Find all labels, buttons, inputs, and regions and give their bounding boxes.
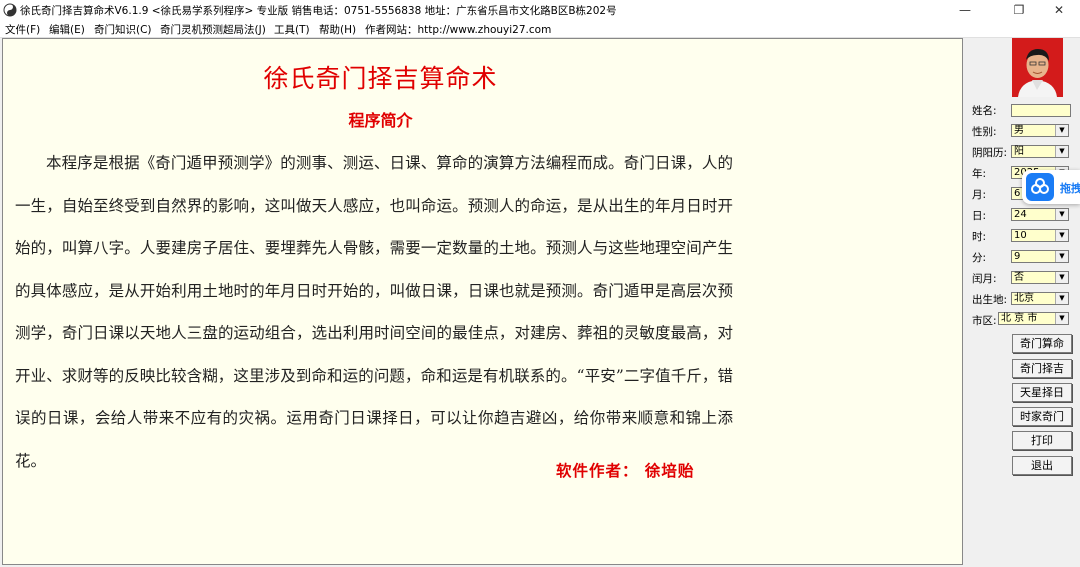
hour-label: 时: [972,231,987,243]
city-label: 市区: [972,315,997,327]
gender-value: 男 [1014,125,1024,136]
menu-qimen-knowledge[interactable]: 奇门知识(C) [94,22,152,37]
menu-bar: 文件(F) 编辑(E) 奇门知识(C) 奇门灵机预测超局法(J) 工具(T) 帮… [0,20,1080,38]
program-title: 徐氏奇门择吉算命术 [263,64,498,93]
chevron-down-icon[interactable]: ▼ [1055,209,1068,220]
leap-month-value: 否 [1014,272,1024,283]
day-select[interactable]: 24 ▼ [1011,208,1069,221]
cloud-icon [1026,173,1054,201]
year-label: 年: [972,168,987,180]
birthplace-label: 出生地: [972,294,1008,306]
author-line: 软件作者： 徐培贻 [556,461,695,480]
city-select[interactable]: 北 京 市 ▼ [998,312,1069,325]
chevron-down-icon[interactable]: ▼ [1055,230,1068,241]
menu-file[interactable]: 文件(F) [5,22,40,37]
intro-text: 本程序是根据《奇门遁甲预测学》的测事、测运、日课、算命的演算方法编程而成。奇门日… [15,154,733,470]
calendar-select[interactable]: 阳 ▼ [1011,145,1069,158]
window-title: 徐氏奇门择吉算命术V6.1.9 <徐氏易学系列程序> 专业版 销售电话：0751… [20,5,617,17]
chevron-down-icon[interactable]: ▼ [1055,313,1068,324]
hour-select[interactable]: 10 ▼ [1011,229,1069,242]
app-icon [3,3,17,17]
calendar-value: 阳 [1014,146,1024,157]
menu-qimen-prediction[interactable]: 奇门灵机预测超局法(J) [160,22,266,37]
leap-month-label: 闰月: [972,273,997,285]
birthplace-select[interactable]: 北京 ▼ [1011,292,1069,305]
city-value: 北 京 市 [1001,313,1038,324]
qimen-fortune-button[interactable]: 奇门算命 [1012,334,1072,353]
qimen-date-selection-button[interactable]: 奇门择吉 [1012,359,1072,378]
name-input[interactable] [1011,104,1071,117]
minimize-button[interactable]: — [942,0,988,20]
minute-label: 分: [972,252,987,264]
menu-tools[interactable]: 工具(T) [274,22,310,37]
print-button[interactable]: 打印 [1012,431,1072,450]
hour-value: 10 [1014,230,1027,241]
drag-label: 拖拽 [1060,182,1080,195]
leap-month-select[interactable]: 否 ▼ [1011,271,1069,284]
exit-button[interactable]: 退出 [1012,456,1072,475]
minute-value: 9 [1014,251,1021,262]
chevron-down-icon[interactable]: ▼ [1055,293,1068,304]
chevron-down-icon[interactable]: ▼ [1055,251,1068,262]
birthplace-value: 北京 [1014,293,1034,304]
menu-author-website[interactable]: 作者网站：http://www.zhouyi27.com [365,22,551,37]
star-date-selection-button[interactable]: 天星择日 [1012,383,1072,402]
chevron-down-icon[interactable]: ▼ [1055,146,1068,157]
intro-panel: 徐氏奇门择吉算命术 程序简介 本程序是根据《奇门遁甲预测学》的测事、测运、日课、… [2,38,963,565]
title-bar: 徐氏奇门择吉算命术V6.1.9 <徐氏易学系列程序> 专业版 销售电话：0751… [0,0,1080,20]
gender-select[interactable]: 男 ▼ [1011,124,1069,137]
month-value: 6 [1014,188,1021,199]
day-value: 24 [1014,209,1027,220]
section-title: 程序简介 [348,111,413,130]
menu-edit[interactable]: 编辑(E) [49,22,85,37]
drag-widget[interactable]: 拖拽 [1022,170,1080,204]
chevron-down-icon[interactable]: ▼ [1055,125,1068,136]
close-button[interactable]: ✕ [1036,0,1080,20]
day-label: 日: [972,210,987,222]
gender-label: 性别: [972,126,997,138]
month-label: 月: [972,189,987,201]
author-photo [1012,38,1063,97]
calendar-label: 阴阳历: [972,147,1008,159]
name-label: 姓名: [972,105,997,117]
hourly-qimen-button[interactable]: 时家奇门 [1012,407,1072,426]
minute-select[interactable]: 9 ▼ [1011,250,1069,263]
menu-help[interactable]: 帮助(H) [319,22,356,37]
chevron-down-icon[interactable]: ▼ [1055,272,1068,283]
